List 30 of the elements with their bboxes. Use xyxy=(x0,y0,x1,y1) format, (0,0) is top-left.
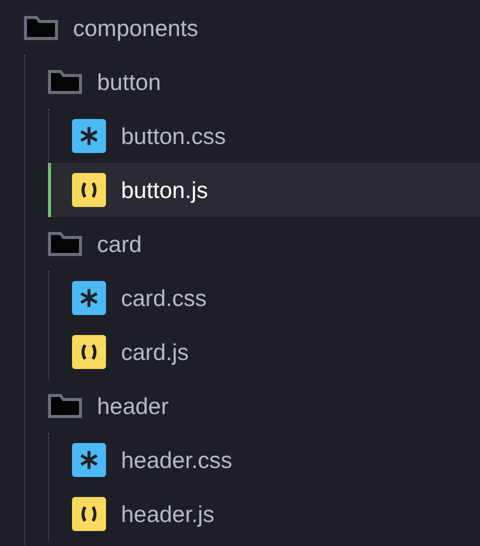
asterisk-icon xyxy=(72,281,106,315)
folder-name: components xyxy=(73,14,198,42)
tree-row[interactable]: card.css xyxy=(48,271,480,325)
folder-icon xyxy=(48,232,82,256)
folder-icon xyxy=(48,394,82,418)
file-name: header.js xyxy=(121,500,214,528)
file-name: header.css xyxy=(121,446,232,474)
folder-name: header xyxy=(97,392,169,420)
folder-name: card xyxy=(97,230,142,258)
folder-icon xyxy=(24,16,58,40)
tree-row[interactable]: button xyxy=(24,55,480,109)
tree-row[interactable]: card.js xyxy=(48,325,480,379)
file-name: button.css xyxy=(121,122,226,150)
parentheses-icon xyxy=(72,335,106,369)
folder-name: button xyxy=(97,68,161,96)
asterisk-icon xyxy=(72,443,106,477)
tree-row[interactable]: header.js xyxy=(48,487,480,541)
asterisk-icon xyxy=(72,119,106,153)
tree-row[interactable]: header xyxy=(24,379,480,433)
file-name: button.js xyxy=(121,176,208,204)
tree-row[interactable]: button.css xyxy=(48,109,480,163)
folder-icon xyxy=(48,70,82,94)
tree-row[interactable]: button.js xyxy=(48,163,480,217)
tree-row[interactable]: components xyxy=(0,1,480,55)
parentheses-icon xyxy=(72,497,106,531)
file-name: card.js xyxy=(121,338,189,366)
file-name: card.css xyxy=(121,284,207,312)
tree-row[interactable]: header.css xyxy=(48,433,480,487)
parentheses-icon xyxy=(72,173,106,207)
tree-row[interactable]: card xyxy=(24,217,480,271)
